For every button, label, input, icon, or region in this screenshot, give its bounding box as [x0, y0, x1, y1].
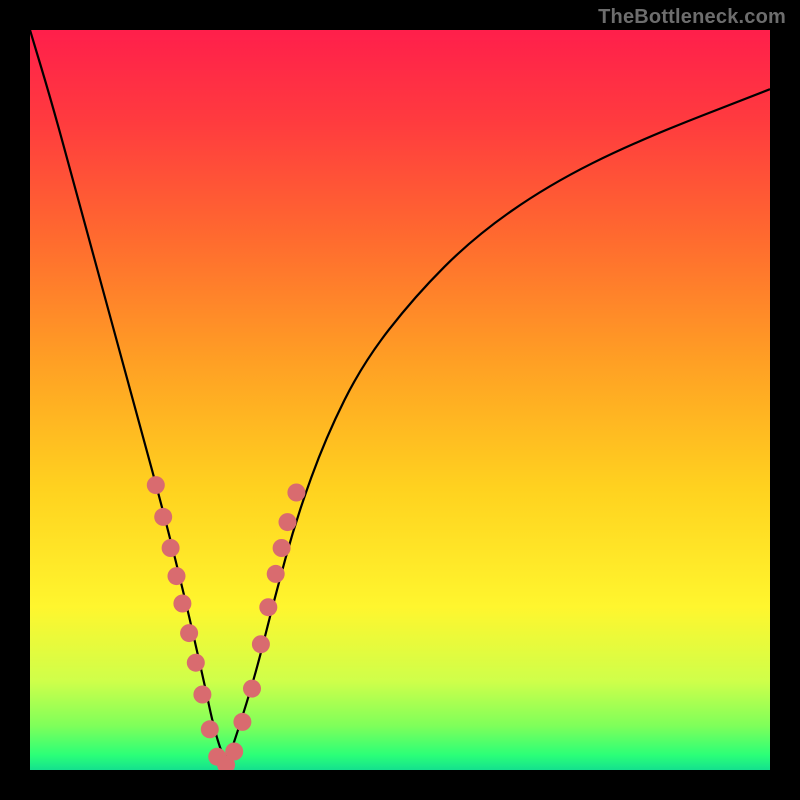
highlight-dot — [168, 567, 186, 585]
highlight-dot — [259, 598, 277, 616]
highlight-dot — [243, 680, 261, 698]
highlight-dot — [279, 513, 297, 531]
curve-svg — [30, 30, 770, 770]
plot-area — [30, 30, 770, 770]
highlight-dot — [233, 713, 251, 731]
highlight-dot — [154, 508, 172, 526]
chart-container: TheBottleneck.com — [0, 0, 800, 800]
highlight-dot — [201, 720, 219, 738]
highlight-dot — [147, 476, 165, 494]
highlight-dot — [193, 686, 211, 704]
highlight-dot — [273, 539, 291, 557]
highlight-dots — [147, 476, 306, 770]
highlight-dot — [225, 743, 243, 761]
bottleneck-curve — [30, 30, 770, 757]
watermark-text: TheBottleneck.com — [598, 6, 786, 29]
highlight-dot — [162, 539, 180, 557]
highlight-dot — [252, 635, 270, 653]
highlight-dot — [287, 484, 305, 502]
highlight-dot — [187, 654, 205, 672]
highlight-dot — [173, 595, 191, 613]
highlight-dot — [180, 624, 198, 642]
highlight-dot — [267, 565, 285, 583]
